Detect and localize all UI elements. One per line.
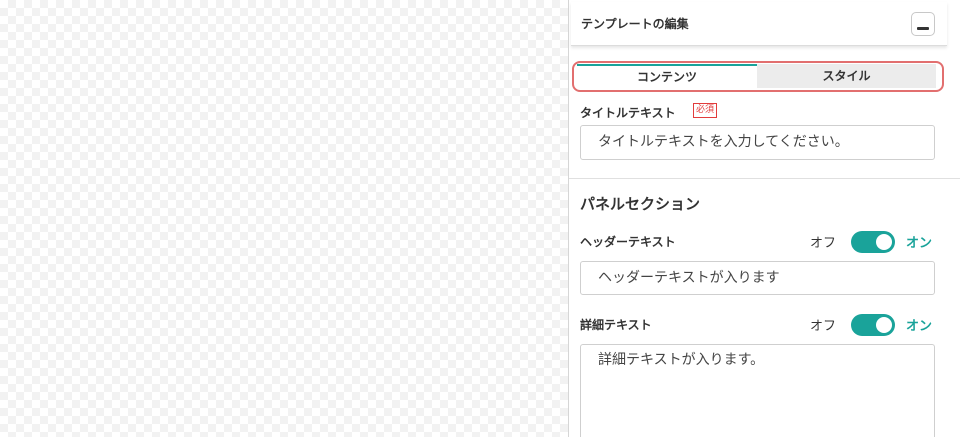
tab-content[interactable]: コンテンツ: [577, 64, 757, 88]
minus-icon: [917, 27, 929, 30]
header-text-toggle[interactable]: [851, 231, 895, 253]
template-editor-panel: テンプレートの編集 コンテンツ スタイル タイトルテキスト 必須 タイトルテキス…: [568, 0, 960, 437]
required-badge: 必須: [693, 103, 718, 118]
toggle-knob: [876, 317, 892, 333]
title-text-label: タイトルテキスト: [580, 106, 676, 120]
collapse-button[interactable]: [911, 12, 935, 36]
title-text-input[interactable]: タイトルテキストを入力してください。: [580, 125, 935, 160]
panel-title: テンプレートの編集: [581, 17, 689, 31]
detail-toggle-on-label: オン: [906, 319, 933, 334]
panel-header: テンプレートの編集: [571, 2, 947, 46]
detail-text-label: 詳細テキスト: [580, 318, 652, 332]
header-toggle-off-label: オフ: [810, 236, 837, 251]
tab-style[interactable]: スタイル: [757, 64, 936, 88]
toggle-knob: [876, 234, 892, 250]
detail-text-toggle[interactable]: [851, 314, 895, 336]
detail-toggle-off-label: オフ: [810, 319, 837, 334]
panel-section-title: パネルセクション: [580, 195, 701, 213]
header-text-input[interactable]: ヘッダーテキストが入ります: [580, 261, 935, 295]
section-divider: [569, 178, 960, 179]
header-toggle-on-label: オン: [906, 236, 933, 251]
detail-text-area[interactable]: 詳細テキストが入ります。: [580, 344, 935, 437]
header-text-label: ヘッダーテキスト: [580, 235, 676, 249]
